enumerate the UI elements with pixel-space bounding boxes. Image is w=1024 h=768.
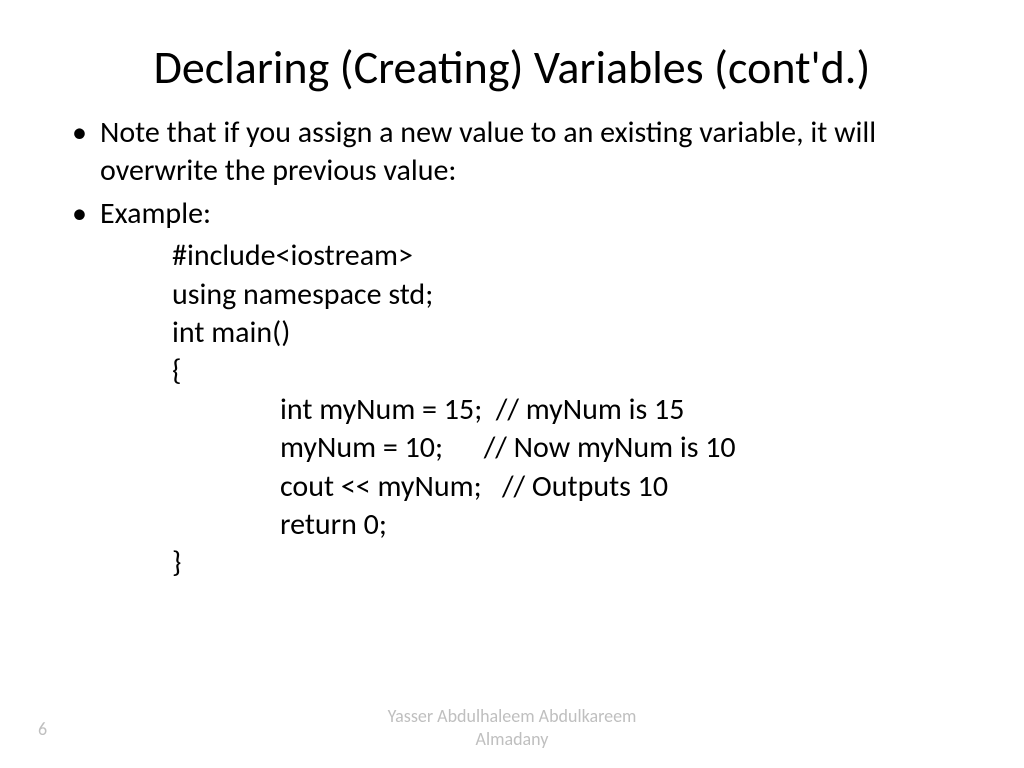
author-line: Almadany bbox=[0, 728, 1024, 751]
slide-body: Note that if you assign a new value to a… bbox=[60, 114, 964, 583]
code-line: return 0; bbox=[60, 506, 964, 544]
code-line: int main() bbox=[60, 314, 964, 352]
code-line: int myNum = 15; // myNum is 15 bbox=[60, 391, 964, 429]
author-footer: Yasser Abdulhaleem Abdulkareem Almadany bbox=[0, 705, 1024, 750]
code-line: using namespace std; bbox=[60, 276, 964, 314]
code-line: { bbox=[60, 352, 964, 390]
bullet-item: Example: bbox=[100, 195, 964, 233]
bullet-item: Note that if you assign a new value to a… bbox=[100, 114, 964, 191]
code-line: #include<iostream> bbox=[60, 237, 964, 275]
author-line: Yasser Abdulhaleem Abdulkareem bbox=[0, 705, 1024, 728]
code-line: myNum = 10; // Now myNum is 10 bbox=[60, 429, 964, 467]
code-line: } bbox=[60, 544, 964, 582]
slide: Declaring (Creating) Variables (cont'd.)… bbox=[0, 0, 1024, 768]
page-title: Declaring (Creating) Variables (cont'd.) bbox=[60, 40, 964, 96]
bullet-list: Note that if you assign a new value to a… bbox=[60, 114, 964, 233]
code-line: cout << myNum; // Outputs 10 bbox=[60, 468, 964, 506]
